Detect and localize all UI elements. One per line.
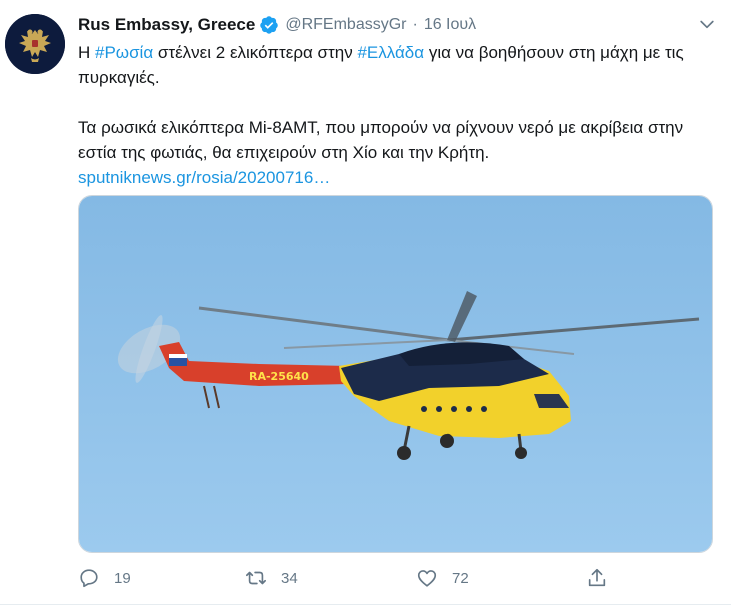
retweet-count: 34 bbox=[281, 569, 298, 587]
helicopter-photo: RA-25640 bbox=[79, 196, 712, 552]
text-segment: στέλνει 2 ελικόπτερα στην bbox=[153, 43, 358, 62]
reply-count: 19 bbox=[114, 569, 131, 587]
tweet-header: Rus Embassy, Greece @RFEmbassyGr · 16 Ιο… bbox=[78, 14, 476, 36]
like-button[interactable]: 72 bbox=[416, 566, 469, 590]
header-separator: · bbox=[412, 16, 418, 33]
tweet-text: Η #Ρωσία στέλνει 2 ελικόπτερα στην #Ελλά… bbox=[78, 40, 718, 190]
reply-button[interactable]: 19 bbox=[78, 566, 131, 590]
external-article-link[interactable]: sputniknews.gr/rosia/20200716… bbox=[78, 168, 330, 187]
heart-icon bbox=[417, 570, 437, 587]
chevron-down-icon[interactable] bbox=[697, 14, 717, 34]
share-icon bbox=[588, 568, 606, 587]
divider bbox=[0, 604, 731, 605]
retweet-icon bbox=[246, 571, 266, 585]
tweet-media-photo[interactable]: RA-25640 bbox=[78, 195, 713, 553]
tweet-card[interactable]: Rus Embassy, Greece @RFEmbassyGr · 16 Ιο… bbox=[0, 0, 731, 608]
like-count: 72 bbox=[452, 569, 469, 587]
author-avatar[interactable] bbox=[5, 14, 65, 74]
share-button[interactable] bbox=[586, 566, 608, 590]
verified-badge-icon bbox=[260, 16, 279, 34]
author-handle[interactable]: @RFEmbassyGr bbox=[285, 16, 406, 34]
author-name[interactable]: Rus Embassy, Greece bbox=[78, 15, 255, 35]
retweet-button[interactable]: 34 bbox=[245, 566, 298, 590]
reply-icon bbox=[80, 569, 98, 588]
text-segment: Η bbox=[78, 43, 95, 62]
tweet-date[interactable]: 16 Ιουλ bbox=[424, 16, 476, 34]
tweet-actions: 19 34 72 bbox=[78, 566, 638, 590]
text-segment: Τα ρωσικά ελικόπτερα Mi-8AMT, που μπορού… bbox=[78, 118, 684, 162]
hashtag-russia-link[interactable]: #Ρωσία bbox=[95, 43, 153, 62]
helicopter-registration-marking: RA-25640 bbox=[249, 370, 309, 383]
tweet-paragraph-2: Τα ρωσικά ελικόπτερα Mi-8AMT, που μπορού… bbox=[78, 115, 718, 190]
double-headed-eagle-emblem-icon bbox=[5, 14, 65, 74]
tweet-paragraph-1: Η #Ρωσία στέλνει 2 ελικόπτερα στην #Ελλά… bbox=[78, 40, 718, 90]
hashtag-greece-link[interactable]: #Ελλάδα bbox=[357, 43, 424, 62]
